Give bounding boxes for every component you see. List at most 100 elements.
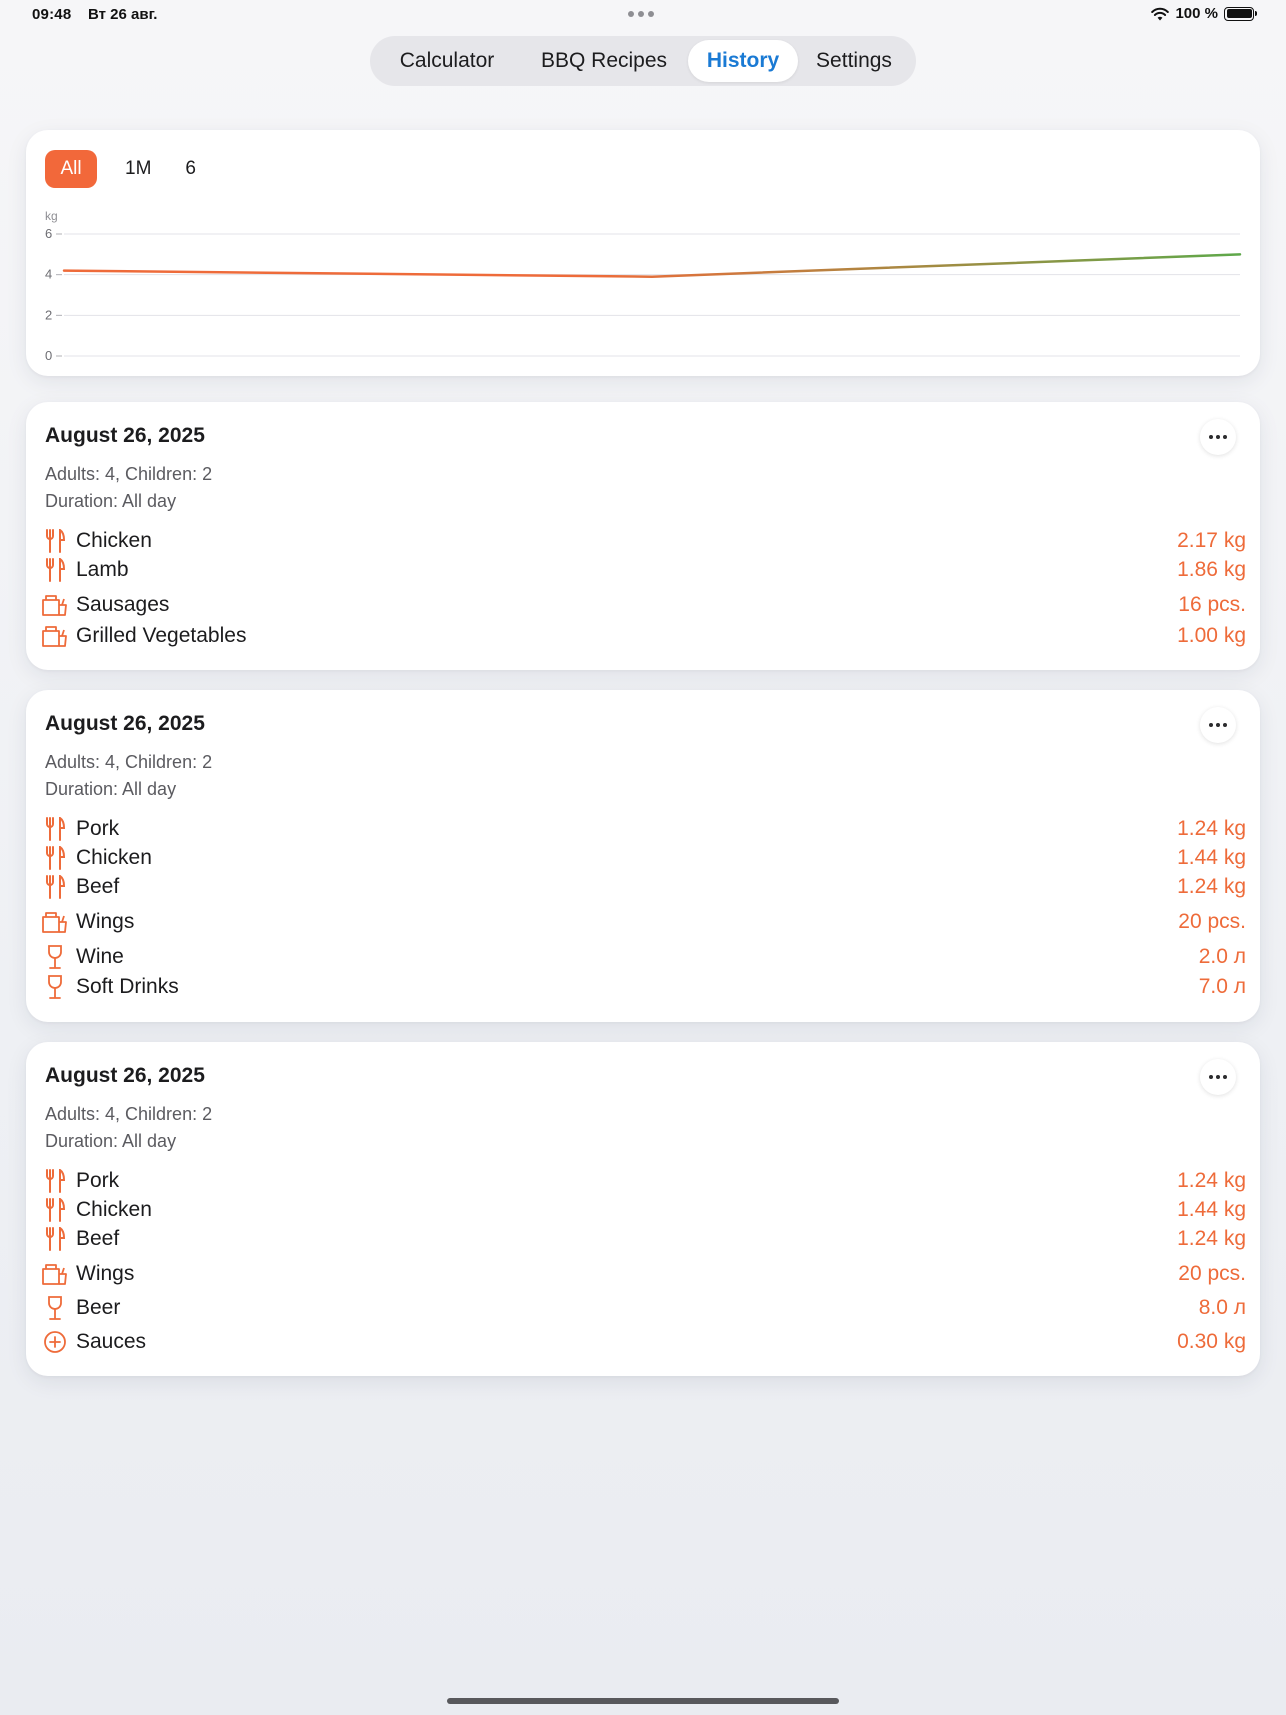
takeout-bag-icon [40,1261,70,1287]
wifi-icon [1151,7,1170,20]
battery-percent: 100 % [1175,5,1218,22]
duration-text: Duration: All day [45,491,177,511]
list-item: Chicken 1.44 kg [40,845,1246,871]
item-name: Lamb [76,558,129,581]
item-amount: 1.44 kg [1177,846,1246,869]
y-tick-label: 6 [45,226,52,241]
tab-calculator[interactable]: Calculator [374,40,520,82]
item-name: Wings [76,910,135,933]
home-indicator[interactable] [447,1698,839,1704]
status-time: 09:48 [32,6,72,23]
fork-knife-icon [40,1197,70,1223]
item-amount: 16 pcs. [1178,593,1246,616]
item-amount: 1.24 kg [1177,1227,1246,1250]
fork-knife-icon [40,816,70,842]
guest-count: Adults: 4, Children: 2 [45,464,213,484]
status-bar: 09:48 Вт 26 авг. 100 % [0,0,1286,30]
y-tick-label: 2 [45,307,52,322]
list-item: Wings 20 pcs. [40,909,1246,935]
history-card: August 26, 2025 Adults: 4, Children: 2 D… [26,690,1260,1022]
list-item: Wings 20 pcs. [40,1261,1246,1287]
more-options-button[interactable] [1200,419,1236,455]
list-item: Pork 1.24 kg [40,1168,1246,1194]
fork-knife-icon [40,1226,70,1252]
history-date: August 26, 2025 [45,424,205,447]
list-item: Pork 1.24 kg [40,816,1246,842]
item-amount: 20 pcs. [1178,910,1246,933]
list-item: Beer 8.0 л [40,1295,1246,1321]
list-item: Sausages 16 pcs. [40,592,1246,618]
item-name: Chicken [76,529,152,552]
item-name: Chicken [76,846,152,869]
takeout-bag-icon [40,592,70,618]
item-amount: 1.00 kg [1177,624,1246,647]
fork-knife-icon [40,528,70,554]
item-name: Wings [76,1262,135,1285]
wine-glass-icon [40,1295,70,1321]
item-amount: 2.17 kg [1177,529,1246,552]
fork-knife-icon [40,874,70,900]
wine-glass-icon [40,974,70,1000]
item-name: Soft Drinks [76,975,179,998]
more-options-button[interactable] [1200,707,1236,743]
status-date: Вт 26 авг. [88,6,158,23]
item-amount: 1.24 kg [1177,1169,1246,1192]
item-amount: 2.0 л [1198,945,1246,968]
multitasking-dots-icon[interactable] [628,11,654,17]
item-amount: 20 pcs. [1178,1262,1246,1285]
item-name: Chicken [76,1198,152,1221]
more-options-button[interactable] [1200,1059,1236,1095]
fork-knife-icon [40,845,70,871]
list-item: Wine 2.0 л [40,944,1246,970]
item-name: Beef [76,875,120,898]
battery-icon [1224,6,1257,21]
item-name: Sauces [76,1330,147,1353]
item-name: Beef [76,1227,120,1250]
history-date: August 26, 2025 [45,712,205,735]
item-name: Pork [76,817,120,840]
plus-circle-icon [40,1329,70,1355]
list-item: Grilled Vegetables 1.00 kg [40,623,1246,649]
takeout-bag-icon [40,909,70,935]
history-date: August 26, 2025 [45,1064,205,1087]
item-name: Pork [76,1169,120,1192]
duration-text: Duration: All day [45,1131,177,1151]
wine-glass-icon [40,944,70,970]
list-item: Lamb 1.86 kg [40,557,1246,583]
item-amount: 7.0 л [1198,975,1246,998]
history-card: August 26, 2025 Adults: 4, Children: 2 D… [26,402,1260,670]
item-amount: 0.30 kg [1177,1330,1246,1353]
item-amount: 1.24 kg [1177,875,1246,898]
fork-knife-icon [40,1168,70,1194]
list-item: Sauces 0.30 kg [40,1329,1246,1355]
series-line [62,253,1242,278]
history-chart-card: All 1M 6 kg 0246 [26,130,1260,376]
item-name: Wine [76,945,124,968]
duration-text: Duration: All day [45,779,177,799]
guest-count: Adults: 4, Children: 2 [45,752,213,772]
status-indicators: 100 % [1151,5,1257,22]
item-amount: 8.0 л [1198,1296,1246,1319]
item-amount: 1.44 kg [1177,1198,1246,1221]
fork-knife-icon [40,557,70,583]
item-name: Beer [76,1296,121,1319]
takeout-bag-icon [40,623,70,649]
y-axis-label: kg [45,209,58,223]
list-item: Beef 1.24 kg [40,874,1246,900]
tab-settings[interactable]: Settings [798,40,910,82]
item-amount: 1.24 kg [1177,817,1246,840]
main-tab-bar: Calculator BBQ Recipes History Settings [370,36,916,86]
item-amount: 1.86 kg [1177,558,1246,581]
tab-history[interactable]: History [688,40,798,82]
y-tick-label: 4 [45,267,52,282]
weight-line-chart: kg 0 2 4 6 [45,209,1242,363]
item-name: Sausages [76,593,170,616]
guest-count: Adults: 4, Children: 2 [45,1104,213,1124]
history-card: August 26, 2025 Adults: 4, Children: 2 D… [26,1042,1260,1376]
item-name: Grilled Vegetables [76,624,247,647]
y-tick-label: 0 [45,348,52,363]
list-item: Beef 1.24 kg [40,1226,1246,1252]
list-item: Chicken 2.17 kg [40,528,1246,554]
list-item: Chicken 1.44 kg [40,1197,1246,1223]
tab-bbq-recipes[interactable]: BBQ Recipes [520,40,688,82]
